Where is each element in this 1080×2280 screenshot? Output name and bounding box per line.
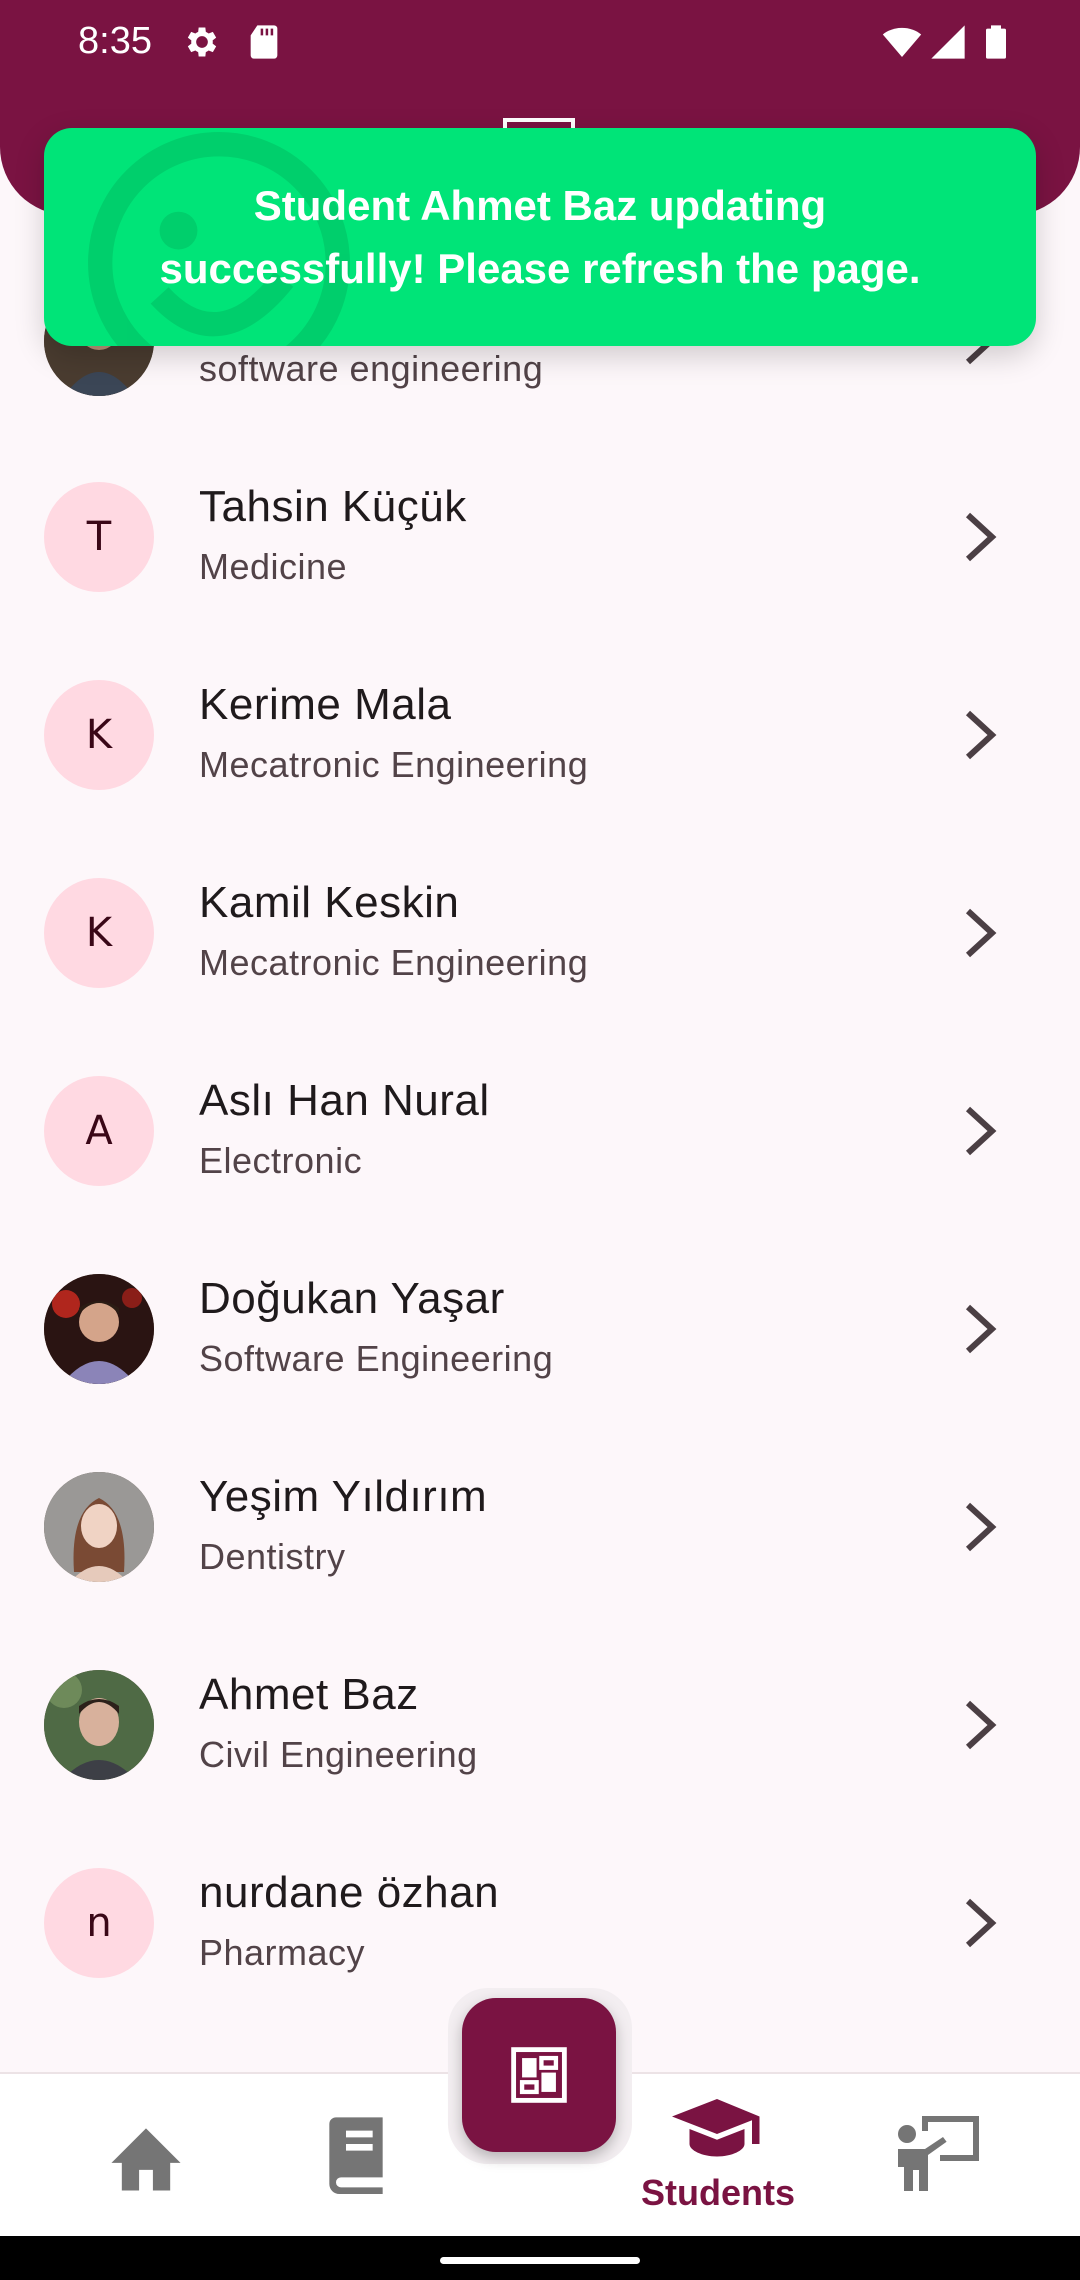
chevron-right-icon — [965, 512, 997, 562]
chevron-right-icon — [965, 1700, 997, 1750]
student-department: Pharmacy — [199, 1932, 366, 1973]
student-department: software engineering — [199, 348, 544, 389]
student-row[interactable]: K Kerime Mala Mecatronic Engineering — [0, 636, 1080, 834]
student-department: Mecatronic Engineering — [199, 942, 589, 983]
chevron-right-icon — [965, 1304, 997, 1354]
student-name: Kerime Mala — [199, 680, 452, 729]
student-department: Software Engineering — [199, 1338, 554, 1379]
settings-gear-icon — [187, 27, 217, 57]
student-name: Kamil Keskin — [199, 878, 460, 927]
sd-card-icon — [250, 25, 278, 59]
home-gesture-handle[interactable] — [440, 2257, 640, 2264]
nav-courses[interactable] — [310, 2074, 410, 2236]
chevron-right-icon — [965, 1898, 997, 1948]
student-photo-avatar — [44, 1670, 154, 1780]
student-name: Yeşim Yıldırım — [199, 1472, 488, 1521]
student-name: Doğukan Yaşar — [199, 1274, 505, 1323]
student-department: Electronic — [199, 1140, 363, 1181]
home-icon — [111, 2128, 181, 2191]
book-icon — [329, 2117, 383, 2194]
success-toast[interactable]: Student Ahmet Baz updating successfully!… — [44, 128, 1036, 346]
nav-teachers[interactable] — [888, 2074, 988, 2236]
cellular-signal-icon — [931, 25, 965, 59]
student-initial-avatar: K — [44, 878, 154, 988]
student-department: Medicine — [199, 546, 348, 587]
nav-label-students: Students — [640, 2172, 795, 2213]
dashboard-icon — [511, 2047, 567, 2103]
status-time: 8:35 — [78, 20, 152, 62]
battery-icon — [986, 25, 1006, 59]
nav-students[interactable]: Students — [628, 2074, 808, 2236]
teacher-board-icon — [898, 2116, 979, 2191]
student-row[interactable]: T Tahsin Küçük Medicine — [0, 438, 1080, 636]
student-initial-avatar: K — [44, 680, 154, 790]
student-row[interactable]: A Aslı Han Nural Electronic — [0, 1032, 1080, 1230]
wifi-icon — [882, 27, 922, 57]
student-row[interactable]: Yeşim Yıldırım Dentistry — [0, 1428, 1080, 1626]
chevron-right-icon — [965, 908, 997, 958]
chevron-right-icon — [965, 1502, 997, 1552]
student-name: Tahsin Küçük — [199, 482, 467, 531]
student-name: nurdane özhan — [199, 1868, 500, 1917]
dashboard-fab-button[interactable] — [462, 1998, 616, 2152]
student-name: Ahmet Baz — [199, 1670, 419, 1719]
student-photo-avatar — [44, 1274, 154, 1384]
student-initial-avatar: T — [44, 482, 154, 592]
student-department: Civil Engineering — [199, 1734, 478, 1775]
toast-message: Student Ahmet Baz updating successfully!… — [159, 182, 921, 292]
student-row[interactable]: Doğukan Yaşar Software Engineering — [0, 1230, 1080, 1428]
student-photo-avatar — [44, 1472, 154, 1582]
graduation-cap-icon — [672, 2099, 760, 2157]
student-row[interactable]: Ahmet Baz Civil Engineering — [0, 1626, 1080, 1824]
chevron-right-icon — [965, 1106, 997, 1156]
nav-home[interactable] — [92, 2074, 202, 2236]
student-department: Dentistry — [199, 1536, 346, 1577]
chevron-right-icon — [965, 710, 997, 760]
student-name: Aslı Han Nural — [199, 1076, 490, 1125]
student-department: Mecatronic Engineering — [199, 744, 589, 785]
status-bar: 8:35 — [0, 0, 1080, 88]
student-initial-avatar: A — [44, 1076, 154, 1186]
student-initial-avatar: n — [44, 1868, 154, 1978]
student-row[interactable]: K Kamil Keskin Mecatronic Engineering — [0, 834, 1080, 1032]
